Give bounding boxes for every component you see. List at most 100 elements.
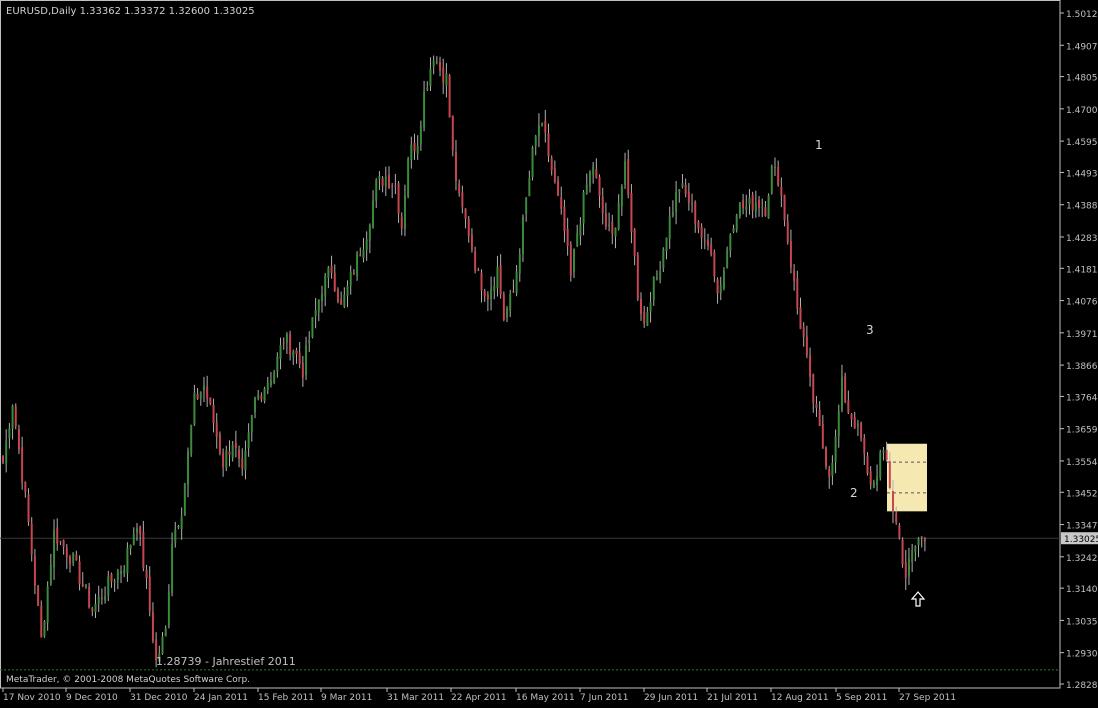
candle-body bbox=[234, 442, 237, 449]
candle-body bbox=[202, 385, 205, 391]
candle-body bbox=[681, 183, 684, 187]
candle-body bbox=[228, 451, 231, 455]
candle-body bbox=[573, 248, 576, 273]
candle-body bbox=[11, 405, 14, 429]
plot-frame bbox=[0, 0, 1061, 689]
candle-body bbox=[773, 166, 776, 168]
candle-body bbox=[368, 225, 371, 242]
candle-body bbox=[553, 168, 556, 182]
candle-body bbox=[461, 192, 464, 208]
candle-body bbox=[419, 125, 422, 144]
candle-body bbox=[537, 124, 540, 137]
candle-body bbox=[33, 556, 36, 586]
candle-body bbox=[703, 239, 706, 241]
x-tick-label: 5 Sep 2011 bbox=[836, 693, 887, 703]
candle-body bbox=[254, 398, 257, 413]
candle-body bbox=[244, 450, 247, 471]
candle-body bbox=[260, 395, 263, 400]
candle-body bbox=[506, 308, 509, 318]
candle-body bbox=[8, 428, 11, 438]
candle-body bbox=[627, 158, 630, 196]
y-tick-label: 1.42830 bbox=[1066, 234, 1098, 244]
candle-body bbox=[601, 196, 604, 214]
candle-body bbox=[250, 415, 253, 432]
y-tick-label: 1.40760 bbox=[1066, 298, 1098, 308]
candle-body bbox=[321, 293, 323, 302]
candle-body bbox=[544, 120, 547, 133]
candle-body bbox=[713, 252, 716, 277]
candle-body bbox=[732, 228, 735, 232]
x-tick-label: 21 Jul 2011 bbox=[707, 693, 758, 703]
candle-body bbox=[65, 547, 68, 558]
candle-body bbox=[426, 87, 429, 90]
candle-body bbox=[209, 397, 212, 404]
candle-body bbox=[387, 174, 390, 188]
candle-body bbox=[394, 185, 397, 187]
current-price-label: 1.33025 bbox=[1064, 535, 1098, 545]
candle-body bbox=[295, 350, 298, 355]
candle-body bbox=[442, 67, 445, 83]
candle-body bbox=[856, 423, 859, 427]
price-chart[interactable]: 1.50120 1.49070 1.48050 1.47000 1.45950 1.449… bbox=[0, 0, 1098, 704]
x-tick-label: 7 Jun 2011 bbox=[580, 693, 628, 703]
candle-body bbox=[675, 191, 678, 213]
candle-body bbox=[84, 584, 87, 588]
y-tick-label: 1.33470 bbox=[1066, 522, 1098, 532]
candle-body bbox=[758, 200, 761, 209]
x-tick-label: 12 Aug 2011 bbox=[771, 693, 829, 703]
y-tick-label: 1.29300 bbox=[1066, 650, 1098, 660]
candle-body bbox=[301, 362, 304, 378]
candle-body bbox=[735, 215, 738, 231]
candle-body bbox=[853, 417, 856, 429]
candle-body bbox=[292, 351, 295, 358]
candle-body bbox=[617, 203, 620, 230]
y-tick-label: 1.36590 bbox=[1066, 426, 1098, 436]
candle-body bbox=[94, 603, 97, 613]
candle-body bbox=[923, 539, 926, 542]
candle-body bbox=[655, 277, 658, 280]
candle-body bbox=[499, 265, 502, 295]
candle-body bbox=[531, 147, 534, 178]
candle-body bbox=[668, 216, 671, 239]
candle-body bbox=[821, 424, 824, 449]
candle-body bbox=[630, 193, 633, 232]
candle-body bbox=[678, 189, 681, 193]
candle-body bbox=[49, 564, 52, 584]
candle-body bbox=[716, 279, 719, 294]
candle-body bbox=[2, 456, 4, 463]
y-tick-label: 1.44930 bbox=[1066, 169, 1098, 179]
x-tick-label: 27 Sep 2011 bbox=[899, 693, 956, 703]
candle-body bbox=[534, 136, 537, 147]
candle-body bbox=[866, 455, 869, 474]
candle-body bbox=[595, 169, 598, 178]
candle-body bbox=[164, 628, 167, 637]
candle-body bbox=[834, 436, 837, 462]
candle-body bbox=[314, 310, 317, 317]
candle-body bbox=[872, 482, 875, 488]
candle-body bbox=[59, 540, 62, 542]
candle-body bbox=[729, 234, 732, 251]
candle-body bbox=[384, 176, 387, 187]
candle-body bbox=[620, 186, 623, 207]
candle-body bbox=[917, 538, 920, 546]
candle-body bbox=[135, 528, 138, 533]
candle-body bbox=[608, 224, 611, 227]
candle-body bbox=[305, 345, 308, 376]
candle-body bbox=[761, 207, 764, 209]
candle-body bbox=[435, 61, 438, 63]
x-tick-label: 22 Apr 2011 bbox=[451, 693, 507, 703]
candle-body bbox=[576, 232, 579, 247]
wave-label-3: 3 bbox=[866, 323, 874, 337]
candle-body bbox=[882, 450, 885, 453]
candle-body bbox=[269, 380, 272, 386]
candle-body bbox=[904, 561, 907, 578]
candle-body bbox=[474, 251, 477, 271]
candle-body bbox=[17, 429, 20, 450]
candle-body bbox=[196, 393, 199, 399]
candle-body bbox=[745, 206, 748, 210]
candle-body bbox=[898, 525, 901, 538]
candle-body bbox=[869, 471, 872, 485]
candle-body bbox=[183, 482, 186, 516]
candle-body bbox=[895, 513, 898, 523]
candle-body bbox=[37, 586, 40, 607]
